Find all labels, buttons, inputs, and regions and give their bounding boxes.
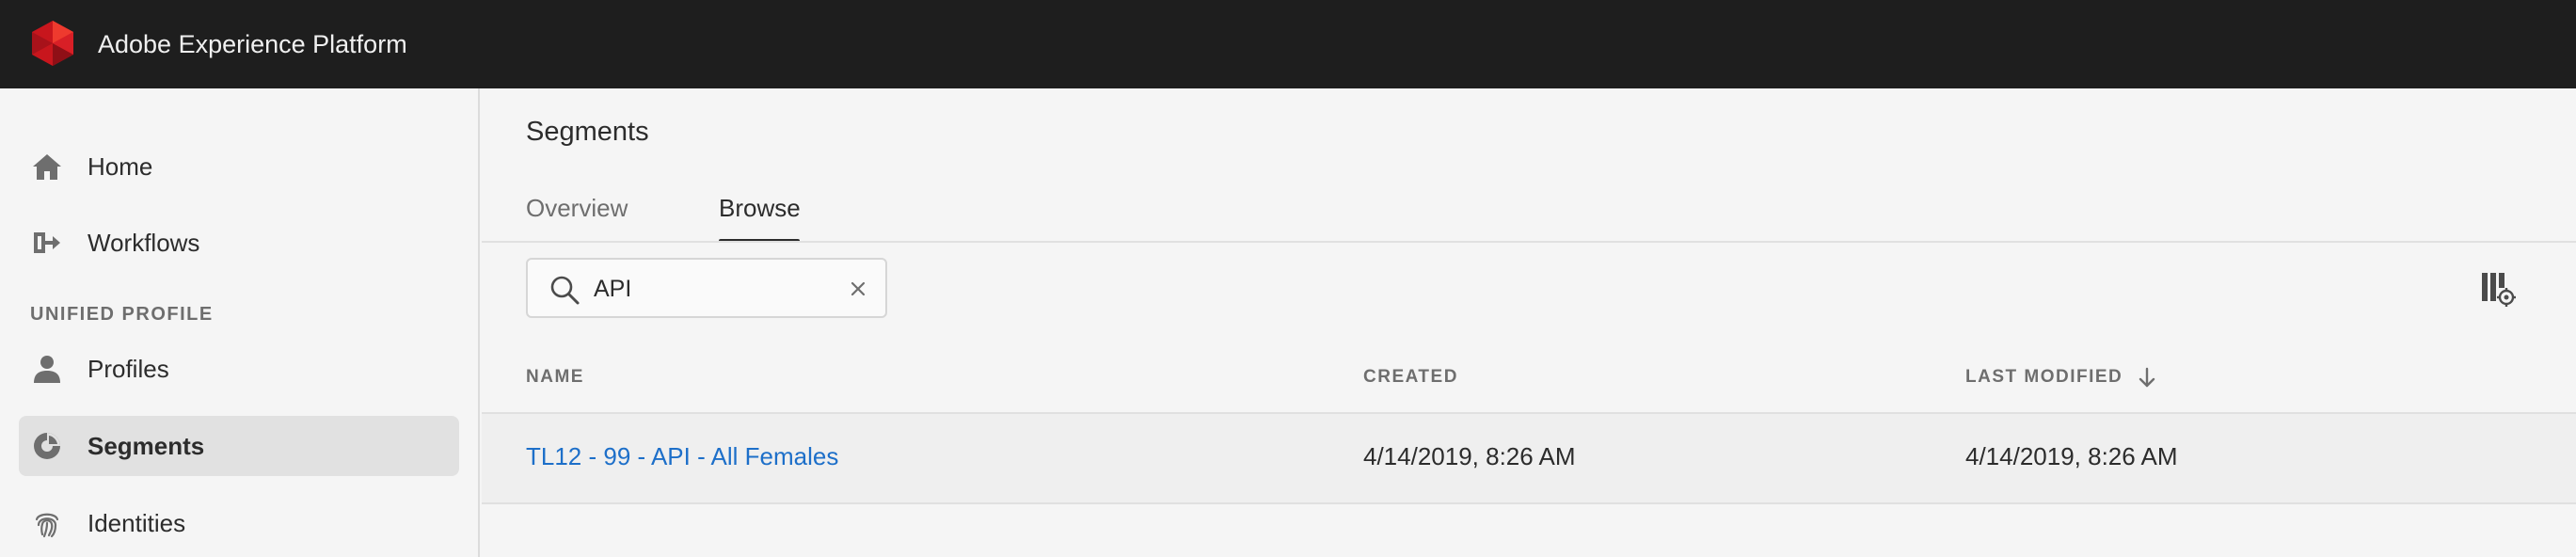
search-box: [526, 258, 887, 318]
fingerprint-icon: [35, 513, 59, 538]
tab-overview[interactable]: Overview: [526, 194, 628, 223]
sidebar-item-label: Profiles: [87, 354, 169, 383]
divider: [482, 241, 2576, 243]
column-header-last-modified[interactable]: LAST MODIFIED: [1965, 367, 2123, 388]
search-input[interactable]: [594, 271, 838, 307]
table-row[interactable]: TL12 - 99 - API - All Females 4/14/2019,…: [482, 414, 2576, 502]
segments-icon: [34, 433, 60, 459]
column-settings-icon[interactable]: [2480, 271, 2516, 307]
top-bar: Adobe Experience Platform: [0, 0, 2576, 88]
sidebar-item-home[interactable]: Home: [19, 136, 459, 197]
search-icon: [550, 276, 580, 305]
sidebar-item-label: Home: [87, 151, 153, 181]
sidebar-item-profiles[interactable]: Profiles: [19, 339, 459, 399]
last-modified-cell: 4/14/2019, 8:26 AM: [1965, 442, 2178, 470]
created-cell: 4/14/2019, 8:26 AM: [1363, 442, 1576, 470]
sidebar-item-workflows[interactable]: Workflows: [19, 213, 459, 273]
column-header-name[interactable]: NAME: [526, 367, 584, 388]
section-label-unified-profile: UNIFIED PROFILE: [30, 304, 214, 325]
column-header-created[interactable]: CREATED: [1363, 367, 1458, 388]
adobe-logo-icon[interactable]: [28, 19, 77, 68]
tab-browse[interactable]: Browse: [719, 194, 801, 223]
home-icon: [33, 154, 61, 180]
segment-name-link[interactable]: TL12 - 99 - API - All Females: [526, 442, 838, 471]
sidebar: Home Workflows UNIFIED PROFILE Profiles …: [0, 88, 480, 557]
close-icon[interactable]: [848, 278, 868, 299]
sidebar-item-identities[interactable]: Identities: [19, 493, 459, 553]
main-content: Segments Overview Browse NAME CREATED LA: [482, 88, 2576, 557]
sidebar-item-label: Segments: [87, 431, 205, 460]
app-title: Adobe Experience Platform: [98, 30, 407, 58]
sidebar-item-segments[interactable]: Segments: [19, 416, 459, 476]
page-title: Segments: [526, 117, 649, 147]
arrow-down-icon[interactable]: [2138, 367, 2156, 390]
person-icon: [34, 356, 60, 383]
divider: [482, 502, 2576, 504]
sidebar-item-label: Identities: [87, 508, 186, 537]
sidebar-item-label: Workflows: [87, 228, 200, 257]
workflows-icon: [34, 232, 60, 253]
